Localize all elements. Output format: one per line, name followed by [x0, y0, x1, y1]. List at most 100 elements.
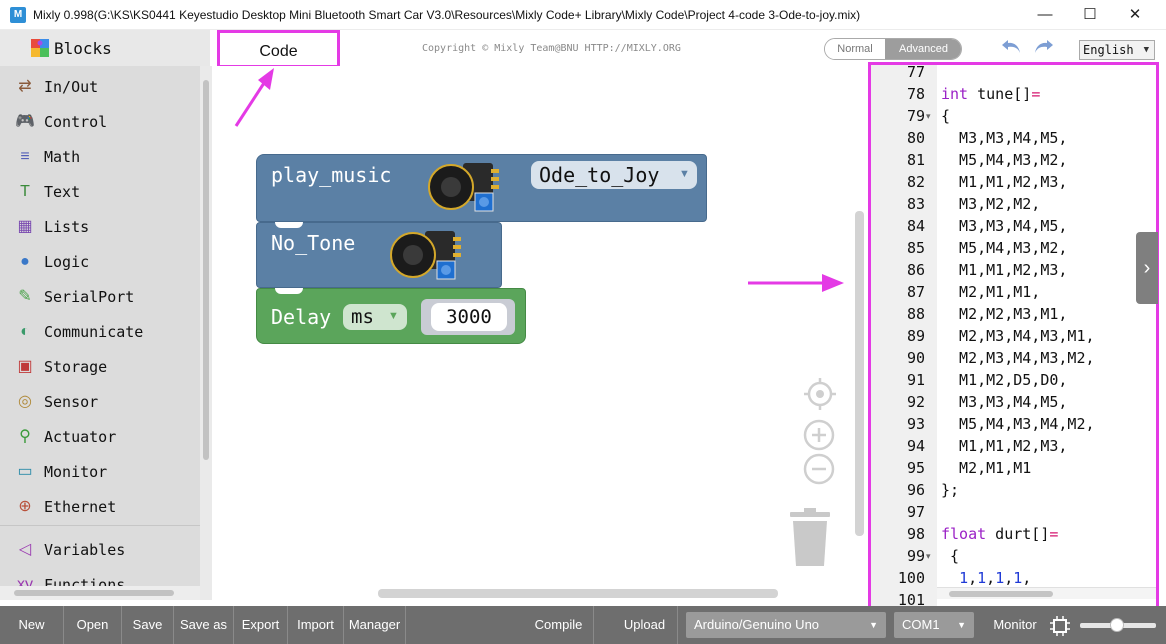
code-token: M1,M1,M2,M3,: [941, 437, 1068, 455]
new-button[interactable]: New: [0, 606, 64, 644]
open-button[interactable]: Open: [64, 606, 122, 644]
lists-icon: ▦: [17, 218, 33, 235]
line-number: 87: [906, 283, 925, 301]
tab-blocks[interactable]: Blocks: [0, 30, 210, 66]
line-number: 83: [906, 195, 925, 213]
gamepad-icon: 🎮: [15, 113, 35, 130]
chip-icon[interactable]: [1050, 616, 1070, 636]
code-line: M2,M3,M4,M3,M2,: [941, 349, 1094, 367]
play-music-block[interactable]: play_music Ode_to_Joy ▼: [256, 154, 707, 222]
sidebar-item-variables[interactable]: ◁ Variables: [0, 533, 200, 567]
board-select[interactable]: Arduino/Genuino Uno ▼: [686, 612, 886, 638]
workspace-vertical-scrollbar[interactable]: [855, 211, 864, 536]
line-number: 99: [906, 547, 925, 565]
line-number: 97: [906, 503, 925, 521]
code-token: ,: [986, 569, 996, 587]
line-number: 94: [906, 437, 925, 455]
mode-normal-option[interactable]: Normal: [825, 39, 885, 59]
sidebar-item-logic[interactable]: ● Logic: [0, 245, 200, 279]
song-dropdown[interactable]: Ode_to_Joy ▼: [531, 161, 697, 189]
line-number: 92: [906, 393, 925, 411]
sidebar-item-serialport[interactable]: ✎ SerialPort: [0, 280, 200, 314]
zoom-slider[interactable]: [1080, 618, 1156, 632]
sidebar-vertical-scrollbar[interactable]: [200, 66, 212, 600]
no-tone-block[interactable]: No_Tone: [256, 222, 502, 288]
zoom-in-icon[interactable]: [802, 418, 836, 452]
code-token: M3,M3,M4,M5,: [941, 129, 1068, 147]
window-title: Mixly 0.998(G:\KS\KS0441 Keyestudio Desk…: [33, 8, 861, 22]
sidebar-item-communicate[interactable]: ◐ Communicate: [0, 315, 200, 349]
blocks-tab-label: Blocks: [54, 39, 112, 58]
trash-icon[interactable]: [788, 508, 832, 568]
chevron-down-icon: ▼: [679, 168, 690, 180]
import-button[interactable]: Import: [288, 606, 344, 644]
delay-value-input[interactable]: 3000: [431, 303, 507, 331]
zoom-out-icon[interactable]: [802, 452, 836, 486]
workspace-horizontal-scrollbar[interactable]: [378, 589, 778, 598]
manager-button[interactable]: Manager: [344, 606, 406, 644]
minimize-button[interactable]: —: [1022, 0, 1068, 30]
code-token: M5,M4,M3,M2,: [941, 151, 1068, 169]
code-preview-panel[interactable]: 77 78 79 ▾ 80 81 82 83 84 85 86 87 88 89 90 91 92 93 94 95 9…: [868, 62, 1159, 615]
scrollbar-thumb[interactable]: [203, 80, 209, 460]
sidebar-item-sensor[interactable]: ◎ Sensor: [0, 385, 200, 419]
zoom-slider-thumb[interactable]: [1110, 618, 1124, 632]
copyright-text: Copyright © Mixly Team@BNU HTTP://MIXLY.…: [422, 43, 681, 54]
editor-header: Blocks Code Copyright © Mixly Team@BNU H…: [0, 30, 1166, 68]
mode-toggle[interactable]: Normal Advanced: [824, 38, 962, 60]
close-button[interactable]: ✕: [1112, 0, 1158, 30]
sidebar-horizontal-scrollbar[interactable]: [0, 586, 200, 600]
delay-value-block[interactable]: 3000: [421, 299, 515, 335]
recenter-icon[interactable]: [802, 376, 838, 412]
upload-button[interactable]: Upload: [612, 606, 678, 644]
code-line: M3,M3,M4,M5,: [941, 393, 1067, 411]
sidebar-item-in-out[interactable]: ⇄ In/Out: [0, 70, 200, 104]
line-number: 85: [906, 239, 925, 257]
export-button[interactable]: Export: [234, 606, 288, 644]
redo-icon[interactable]: [1031, 37, 1055, 57]
serial-icon: ✎: [18, 288, 32, 305]
tab-code[interactable]: Code: [217, 30, 340, 68]
sidebar-item-math[interactable]: ≡ Math: [0, 140, 200, 174]
sidebar-item-text[interactable]: T Text: [0, 175, 200, 209]
sidebar-item-label: In/Out: [44, 78, 99, 96]
sidebar-item-control[interactable]: 🎮 Control: [0, 105, 200, 139]
code-token: {: [941, 547, 960, 565]
sidebar-item-monitor[interactable]: ▭ Monitor: [0, 455, 200, 489]
fold-toggle-icon[interactable]: ▾: [926, 111, 931, 122]
sidebar-item-label: Communicate: [44, 323, 144, 341]
code-token: M5,M4,M3,M4,M2,: [941, 415, 1095, 433]
block-workspace[interactable]: play_music Ode_to_Joy ▼ No_Tone Delay ms…: [212, 66, 868, 600]
code-token: M3,M3,M4,M5,: [941, 393, 1068, 411]
puzzle-icon: [31, 39, 49, 57]
save-button[interactable]: Save: [122, 606, 174, 644]
sidebar-item-actuator[interactable]: ⚲ Actuator: [0, 420, 200, 454]
save-as-button[interactable]: Save as: [174, 606, 234, 644]
code-token: 1: [1013, 569, 1023, 587]
buzzer-module-icon: [428, 163, 499, 212]
communicate-icon: ◐: [20, 323, 30, 340]
line-number-gutter: 77 78 79 ▾ 80 81 82 83 84 85 86 87 88 89 90 91 92 93 94 95 9…: [871, 65, 937, 612]
language-select[interactable]: English ▼: [1079, 40, 1155, 60]
scrollbar-thumb[interactable]: [14, 590, 174, 596]
chevron-down-icon: ▼: [388, 310, 399, 322]
sidebar-item-ethernet[interactable]: ⊕ Ethernet: [0, 490, 200, 524]
code-token: tune[]: [968, 85, 1032, 103]
delay-unit-dropdown[interactable]: ms ▼: [343, 304, 407, 330]
mode-advanced-option[interactable]: Advanced: [885, 39, 961, 59]
code-horizontal-scrollbar[interactable]: [937, 587, 1156, 599]
sidebar-item-lists[interactable]: ▦ Lists: [0, 210, 200, 244]
scrollbar-thumb[interactable]: [949, 591, 1053, 597]
undo-icon[interactable]: [1000, 37, 1024, 57]
code-token: =: [1049, 525, 1059, 543]
compile-button[interactable]: Compile: [524, 606, 594, 644]
line-number: 91: [906, 371, 925, 389]
sidebar-item-storage[interactable]: ▣ Storage: [0, 350, 200, 384]
port-select[interactable]: COM1 ▼: [894, 612, 974, 638]
maximize-button[interactable]: ☐: [1067, 0, 1113, 30]
collapse-panel-button[interactable]: ›: [1136, 232, 1158, 304]
fold-toggle-icon[interactable]: ▾: [926, 551, 931, 562]
delay-block[interactable]: Delay ms ▼ 3000: [256, 288, 526, 344]
serial-monitor-button[interactable]: Monitor: [984, 606, 1046, 644]
delay-label: Delay: [271, 305, 332, 329]
